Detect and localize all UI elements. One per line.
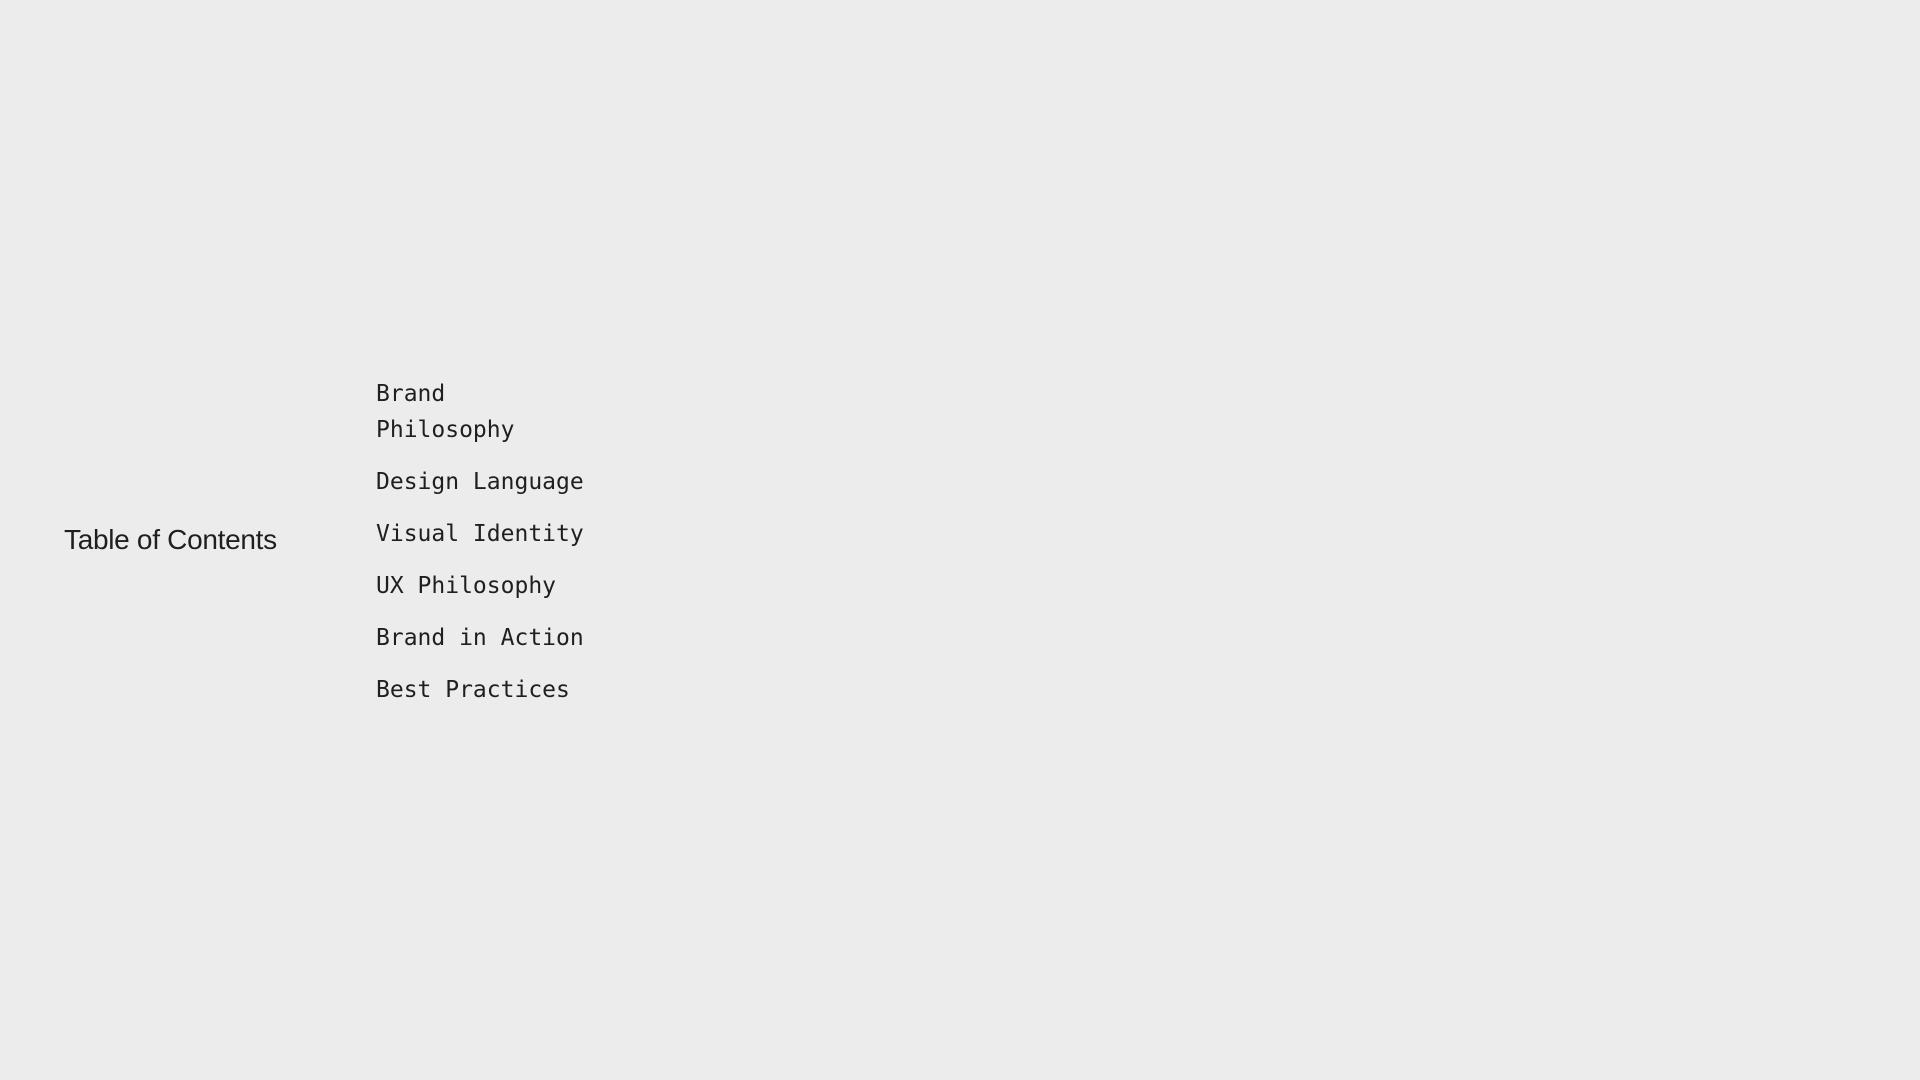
toc-item: Best Practices — [376, 672, 606, 708]
toc-item: Visual Identity — [376, 516, 606, 552]
toc-item: UX Philosophy — [376, 568, 606, 604]
toc-link-brand-in-action[interactable]: Brand in Action — [376, 620, 606, 656]
toc-link-brand-philosophy[interactable]: Brand Philosophy — [376, 376, 526, 448]
toc-link-visual-identity[interactable]: Visual Identity — [376, 516, 606, 552]
toc-list: Brand Philosophy Design Language Visual … — [376, 376, 606, 724]
toc-item: Brand Philosophy — [376, 376, 606, 448]
toc-link-ux-philosophy[interactable]: UX Philosophy — [376, 568, 606, 604]
toc-item: Brand in Action — [376, 620, 606, 656]
toc-item: Design Language — [376, 464, 606, 500]
toc-page: Table of Contents Brand Philosophy Desig… — [0, 0, 1920, 1080]
toc-link-best-practices[interactable]: Best Practices — [376, 672, 606, 708]
toc-link-design-language[interactable]: Design Language — [376, 464, 606, 500]
toc-heading: Table of Contents — [64, 524, 277, 555]
